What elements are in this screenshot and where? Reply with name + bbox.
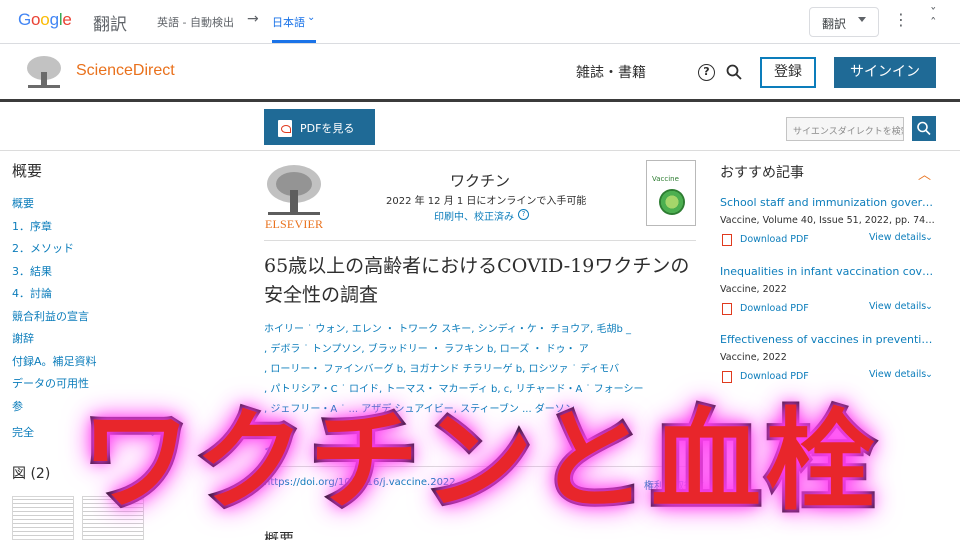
search-input[interactable]: サイエンスダイレクトを検索	[786, 117, 904, 141]
register-button[interactable]: 登録	[760, 57, 816, 88]
outline-item-competing-interests[interactable]: 競合利益の宣言	[12, 308, 172, 331]
outline-item-abstract[interactable]: 概要	[12, 195, 172, 218]
online-date: 2022 年 12 月 1 日にオンラインで入手可能	[386, 196, 587, 207]
chevron-down-icon[interactable]: ⌄	[307, 12, 315, 23]
help-icon[interactable]: ?	[698, 64, 715, 81]
virus-image	[659, 189, 685, 215]
source-language-tab[interactable]: 英語 - 自動検出	[157, 14, 234, 30]
overlay-title: ワクチンと血栓	[78, 394, 879, 528]
outline-item-methods[interactable]: 2．メソッド	[12, 240, 172, 263]
outline-item-results[interactable]: 3．結果	[12, 263, 172, 286]
author-line[interactable]: , デボラ ˙ トンプソン, ブラッドリー ・ ラフキン b, ローズ ・ ドゥ…	[264, 340, 694, 360]
recommended-article-meta: Vaccine, 2022	[720, 284, 787, 295]
target-language-tab[interactable]: 日本語	[272, 14, 305, 30]
download-pdf-link[interactable]: Download PDF	[740, 234, 809, 245]
outline-item-discussion[interactable]: 4．討論	[12, 285, 172, 308]
view-details-link[interactable]: View details	[869, 232, 926, 243]
article-status: 印刷中、校正済み	[434, 212, 514, 223]
outline-item-acknowledgements[interactable]: 謝辞	[12, 330, 172, 353]
view-pdf-label: PDFを見る	[300, 122, 355, 135]
cover-title: Vaccine	[652, 175, 679, 183]
page: Google 翻訳 英語 - 自動検出 → 日本語 ⌄ 翻訳 ⋮ ˇˆ Scie…	[0, 0, 960, 540]
collapse-icon[interactable]: ˇˆ	[930, 8, 937, 31]
chevron-up-icon[interactable]: ︿	[918, 164, 931, 183]
more-vert-icon[interactable]: ⋮	[893, 10, 909, 29]
outline-title: 概要	[12, 162, 43, 180]
google-logo: Google	[18, 10, 72, 29]
search-icon[interactable]	[726, 64, 742, 80]
translate-service-label: 翻訳	[93, 15, 127, 35]
thumbnail-overlay: ワクチンと血栓	[0, 376, 960, 528]
article-toolbar: PDFを見る サイエンスダイレクトを検索	[0, 105, 960, 151]
journal-cover[interactable]: Vaccine	[646, 160, 696, 226]
recommended-article-title[interactable]: Inequalities in infant vaccination cover…	[720, 265, 936, 278]
pdf-icon	[722, 303, 732, 315]
recommended-article-title[interactable]: School staff and immunization governance…	[720, 196, 936, 209]
recommended-article-meta: Vaccine, 2022	[720, 352, 787, 363]
recommended-article: Inequalities in infant vaccination cover…	[720, 265, 936, 321]
recommended-article-actions: Download PDF View details ⌄	[720, 301, 936, 321]
recommended-article-title[interactable]: Effectiveness of vaccines in preventing …	[720, 333, 936, 346]
pdf-icon	[722, 234, 732, 246]
chevron-down-icon[interactable]: ⌄	[925, 301, 933, 312]
view-pdf-button[interactable]: PDFを見る	[264, 109, 375, 145]
recommended-title: おすすめ記事	[720, 165, 804, 181]
journals-books-link[interactable]: 雑誌・書籍	[576, 62, 646, 82]
caret-down-icon	[858, 17, 866, 22]
elsevier-wordmark: ELSEVIER	[265, 217, 324, 231]
translate-button-label: 翻訳	[822, 17, 847, 31]
download-pdf-link[interactable]: Download PDF	[740, 303, 809, 314]
chevron-down-icon[interactable]: ⌄	[925, 232, 933, 243]
help-icon[interactable]: ?	[518, 209, 529, 220]
translate-dropdown-button[interactable]: 翻訳	[809, 7, 879, 37]
journal-name[interactable]: ワクチン	[450, 170, 510, 191]
google-translate-bar: Google 翻訳 英語 - 自動検出 → 日本語 ⌄ 翻訳 ⋮ ˇˆ	[0, 0, 960, 44]
view-details-link[interactable]: View details	[869, 301, 926, 312]
sciencedirect-header: ScienceDirect 雑誌・書籍 ? 登録 サインイン	[0, 44, 960, 102]
elsevier-tree-icon[interactable]	[24, 54, 64, 90]
divider	[264, 240, 696, 241]
recommended-article-actions: Download PDF View details ⌄	[720, 232, 936, 252]
author-line[interactable]: ホイリー ˙ ウォン, エレン ・ トワーク スキー, シンディ・ケ・ チョウア…	[264, 320, 694, 340]
pdf-icon	[278, 120, 292, 137]
article-title: 65歳以上の高齢者におけるCOVID-19ワクチンの安全性の調査	[264, 255, 690, 306]
recommended-article: School staff and immunization governance…	[720, 196, 936, 252]
sciencedirect-logo[interactable]: ScienceDirect	[76, 62, 175, 80]
sign-in-button[interactable]: サインイン	[834, 57, 936, 88]
outline-item-introduction[interactable]: 1．序章	[12, 218, 172, 241]
recommended-article-meta: Vaccine, Volume 40, Issue 51, 2022, pp. …	[720, 215, 936, 226]
arrow-right-icon: →	[247, 11, 259, 27]
search-submit-icon[interactable]	[912, 116, 936, 141]
target-language-underline	[272, 40, 316, 43]
